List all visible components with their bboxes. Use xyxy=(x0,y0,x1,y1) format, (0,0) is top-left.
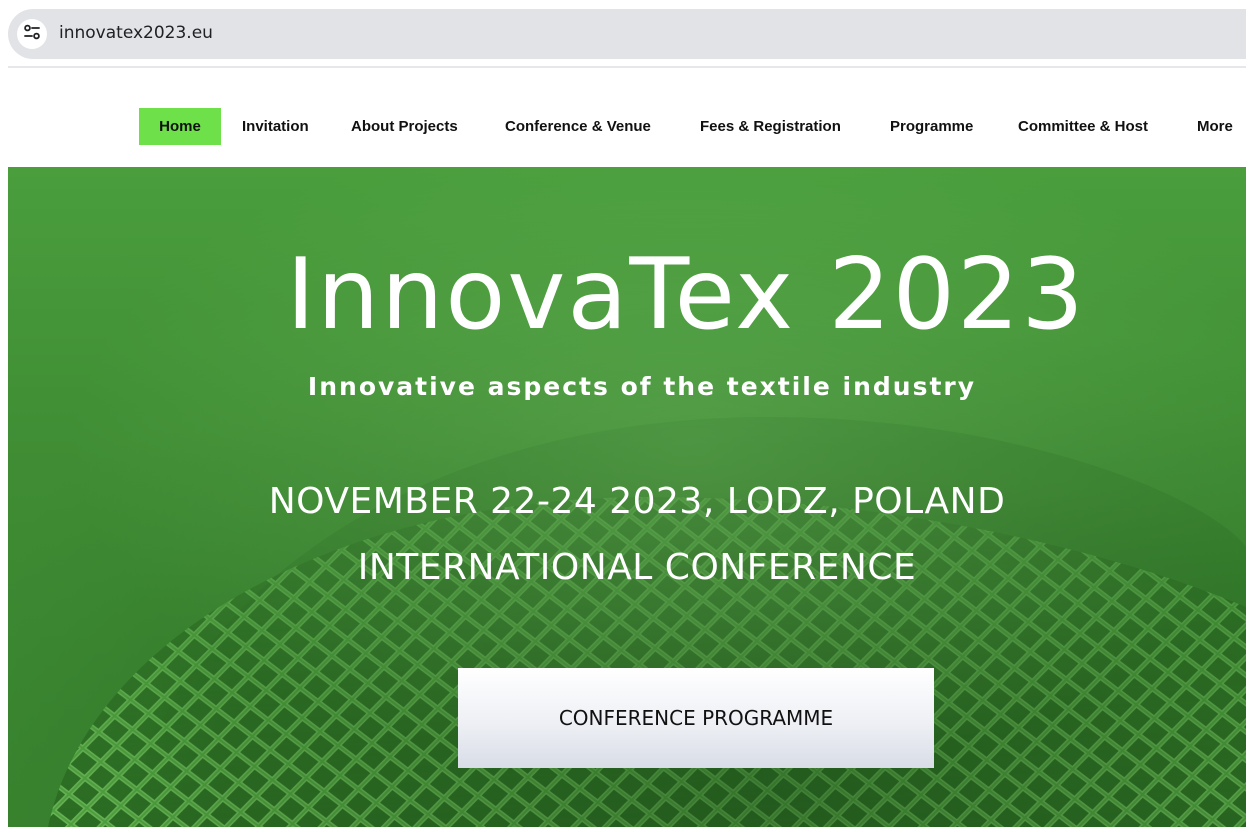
nav-item-programme[interactable]: Programme xyxy=(890,108,973,145)
nav-item-committee-host[interactable]: Committee & Host xyxy=(1018,108,1148,145)
nav-item-home[interactable]: Home xyxy=(139,108,221,145)
nav-item-invitation[interactable]: Invitation xyxy=(242,108,309,145)
hero-subtitle: Innovative aspects of the textile indust… xyxy=(307,372,977,401)
address-bar[interactable]: innovatex2023.eu xyxy=(8,9,1246,59)
toolbar-divider xyxy=(8,66,1246,68)
nav-item-fees-registration[interactable]: Fees & Registration xyxy=(700,108,841,145)
nav-item-conference-venue[interactable]: Conference & Venue xyxy=(505,108,651,145)
site-navigation: Home Invitation About Projects Conferenc… xyxy=(0,108,1246,145)
site-info-button[interactable] xyxy=(17,19,47,49)
nav-item-about-projects[interactable]: About Projects xyxy=(351,108,458,145)
tune-icon xyxy=(23,24,41,45)
url-text[interactable]: innovatex2023.eu xyxy=(59,23,213,43)
hero-title: InnovaTex 2023 xyxy=(286,238,1086,352)
hero-date-location: NOVEMBER 22-24 2023, LODZ, POLAND xyxy=(268,481,1006,522)
nav-item-more[interactable]: More xyxy=(1197,108,1233,145)
conference-programme-button[interactable]: CONFERENCE PROGRAMME xyxy=(458,668,934,768)
hero-event-type: INTERNATIONAL CONFERENCE xyxy=(357,547,917,588)
page: innovatex2023.eu Home Invitation About P… xyxy=(0,0,1246,827)
hero-banner: InnovaTex 2023 Innovative aspects of the… xyxy=(8,167,1246,827)
